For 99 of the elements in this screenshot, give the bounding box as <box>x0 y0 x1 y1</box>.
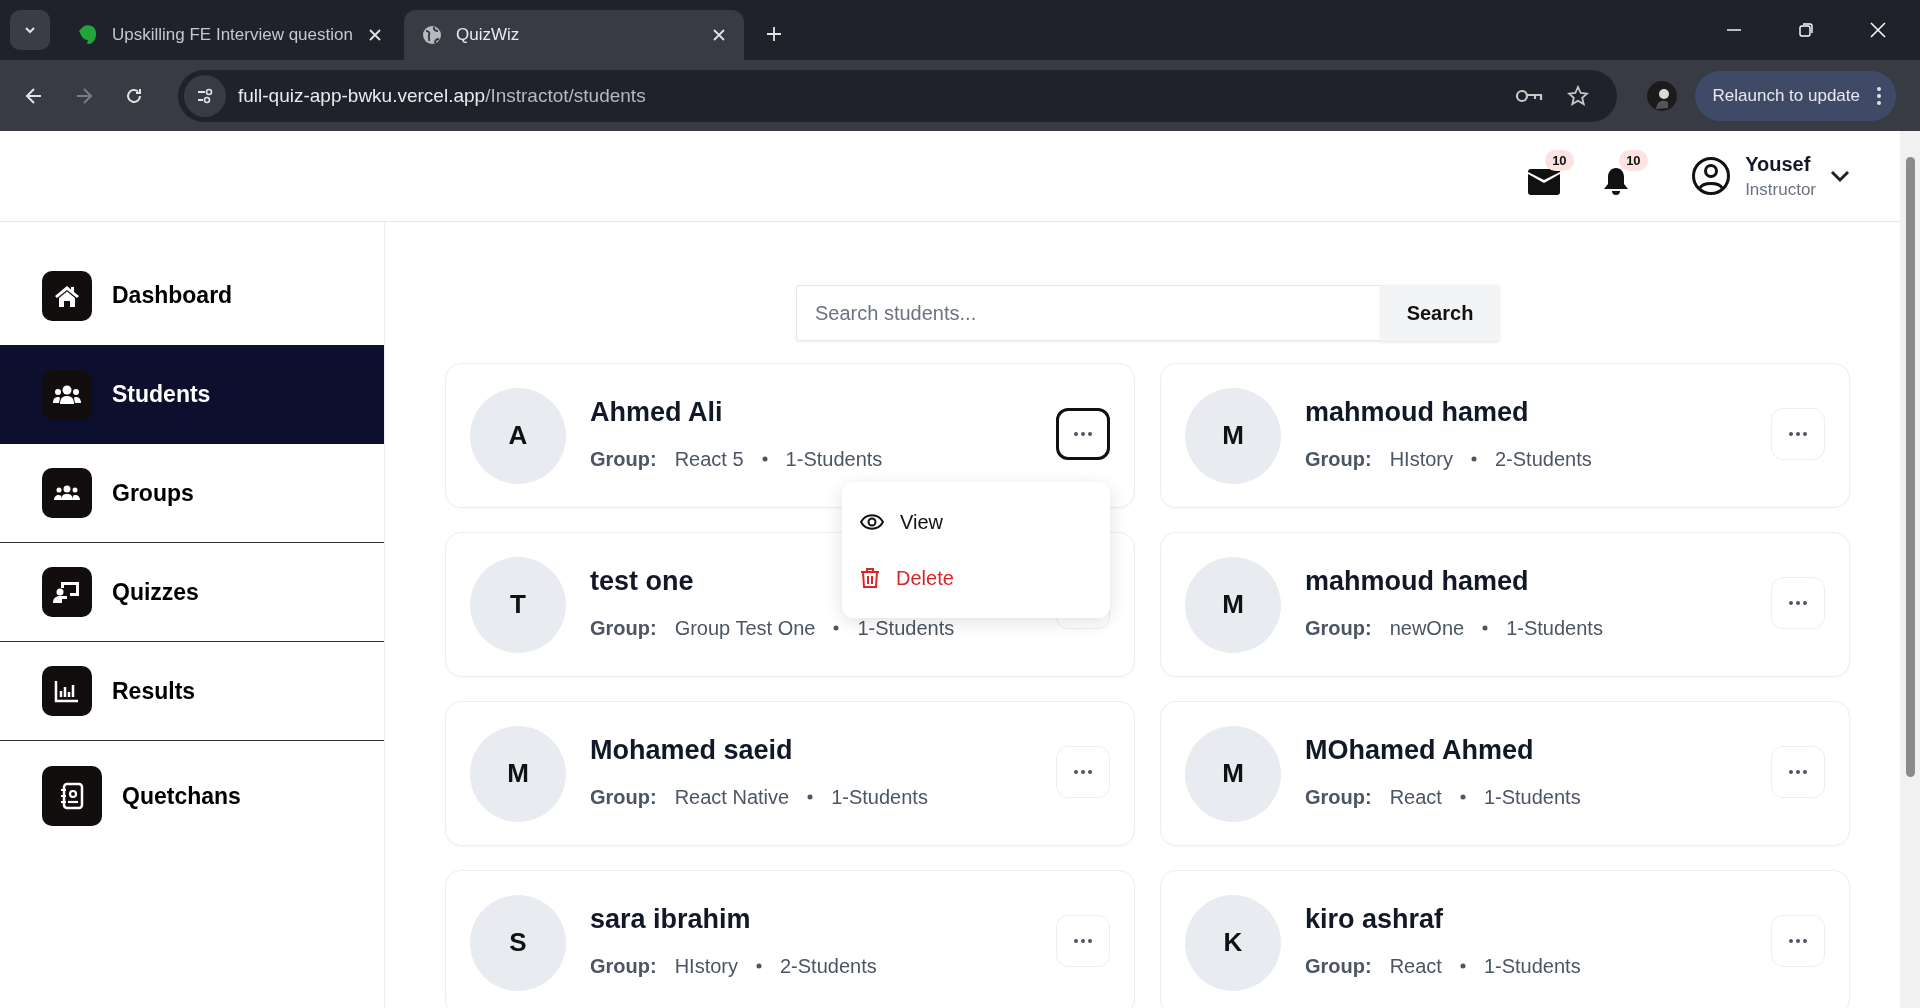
student-count: 1-Students <box>1506 616 1603 640</box>
url-text: full-quiz-app-bwku.vercel.app/Instractot/students <box>238 84 646 107</box>
student-name: sara ibrahim <box>590 903 751 935</box>
student-name: Ahmed Ali <box>590 396 723 428</box>
sidebar-item[interactable]: Quetchans <box>0 741 384 851</box>
avatar-initial: M <box>1185 387 1281 484</box>
relaunch-button[interactable]: Relaunch to update <box>1694 70 1896 121</box>
bullet-icon <box>1471 456 1477 462</box>
sidebar-item[interactable]: Results <box>0 642 384 741</box>
presentation-icon <box>53 580 81 604</box>
student-count: 1-Students <box>785 447 883 471</box>
student-name: MOhamed Ahmed <box>1305 734 1534 766</box>
more-button[interactable] <box>1056 407 1110 460</box>
mail-icon[interactable] <box>1527 168 1562 196</box>
globe-icon <box>422 25 442 45</box>
close-icon[interactable] <box>368 28 382 42</box>
bullet-icon <box>1459 794 1466 800</box>
bullet-icon <box>807 794 814 800</box>
group-label: Group: <box>1305 954 1372 978</box>
student-name: Mohamed saeid <box>590 734 793 766</box>
notification-count-badge: 10 <box>1619 150 1648 171</box>
more-icon <box>1073 937 1093 944</box>
user-role: Instructor <box>1745 179 1816 200</box>
bullet-icon <box>756 963 762 969</box>
group-name: React Native <box>674 785 790 809</box>
star-icon[interactable] <box>1566 84 1589 107</box>
chevron-down-icon[interactable] <box>1830 169 1850 183</box>
student-name: test one <box>590 565 694 597</box>
bullet-icon <box>761 456 768 462</box>
avatar-initial: A <box>470 387 566 484</box>
sidebar-item[interactable]: Dashboard <box>0 246 384 345</box>
scrollbar[interactable] <box>1900 131 1920 1008</box>
elephant-icon <box>78 24 98 46</box>
forward-icon[interactable] <box>74 85 94 106</box>
contact-book-icon <box>59 782 85 810</box>
profile-avatar-icon[interactable] <box>1646 80 1677 111</box>
eye-icon <box>860 514 884 530</box>
search-field[interactable]: Search students... <box>796 285 1381 341</box>
student-count: 1-Students <box>1483 785 1581 809</box>
avatar-initial: K <box>1185 894 1281 991</box>
browser-tab[interactable]: Upskilling FE Interview question <box>60 10 400 60</box>
student-name: mahmoud hamed <box>1305 396 1529 428</box>
avatar-initial: M <box>1185 556 1281 653</box>
student-count: 2-Students <box>1495 447 1592 471</box>
group-label: Group: <box>1305 447 1372 471</box>
group-name: React 5 <box>674 447 744 471</box>
group-label: Group: <box>1305 785 1372 809</box>
student-name: kiro ashraf <box>1305 903 1444 935</box>
more-icon <box>1788 599 1808 606</box>
more-icon <box>1073 430 1093 437</box>
avatar-initial: S <box>470 894 566 991</box>
browser-tab[interactable]: QuizWiz <box>404 10 744 60</box>
group-name: newOne <box>1389 616 1465 640</box>
group-label: Group: <box>590 954 657 978</box>
mail-count-badge: 10 <box>1545 150 1574 171</box>
group-name: Group Test One <box>674 616 816 640</box>
site-settings-icon[interactable] <box>196 86 214 105</box>
student-count: 1-Students <box>831 785 928 809</box>
menu-item[interactable]: View <box>842 494 1110 550</box>
group-name: React <box>1389 954 1442 978</box>
group-label: Group: <box>590 785 657 809</box>
user-avatar-icon[interactable] <box>1691 156 1732 196</box>
group-name: HIstory <box>674 954 738 978</box>
sidebar-item[interactable]: Groups <box>0 444 384 543</box>
bar-chart-icon <box>54 679 80 703</box>
trash-icon <box>860 567 880 589</box>
group-label: Group: <box>1305 616 1372 640</box>
more-icon <box>1788 768 1808 775</box>
student-count: 2-Students <box>780 954 877 978</box>
student-count: 1-Students <box>857 616 955 640</box>
sidebar-item[interactable]: Quizzes <box>0 543 384 642</box>
restore-icon[interactable] <box>1798 22 1814 38</box>
close-icon[interactable] <box>712 28 726 42</box>
users-icon <box>53 383 81 406</box>
new-tab-icon[interactable] <box>766 26 782 42</box>
bullet-icon <box>1459 963 1466 969</box>
more-icon <box>1788 937 1808 944</box>
group-label: Group: <box>590 447 657 471</box>
back-icon[interactable] <box>24 85 44 106</box>
bullet-icon <box>833 625 840 631</box>
menu-item[interactable]: Delete <box>842 550 1110 606</box>
users-icon <box>53 484 81 502</box>
group-name: HIstory <box>1389 447 1453 471</box>
sidebar-item[interactable]: Students <box>0 345 384 444</box>
user-name: Yousef <box>1745 152 1812 176</box>
more-icon <box>1788 430 1808 437</box>
group-label: Group: <box>590 616 657 640</box>
student-name: mahmoud hamed <box>1305 565 1529 597</box>
address-bar[interactable]: full-quiz-app-bwku.vercel.app/Instractot/students <box>178 69 1617 122</box>
bullet-icon <box>1482 625 1489 631</box>
avatar-initial: T <box>470 556 566 653</box>
avatar-initial: M <box>1185 725 1281 822</box>
kebab-menu-icon <box>1876 85 1882 106</box>
search-button[interactable]: Search <box>1381 285 1499 341</box>
more-icon <box>1073 768 1093 775</box>
home-icon <box>54 283 80 308</box>
avatar-initial: M <box>470 725 566 822</box>
student-count: 1-Students <box>1483 954 1581 978</box>
group-name: React <box>1389 785 1442 809</box>
